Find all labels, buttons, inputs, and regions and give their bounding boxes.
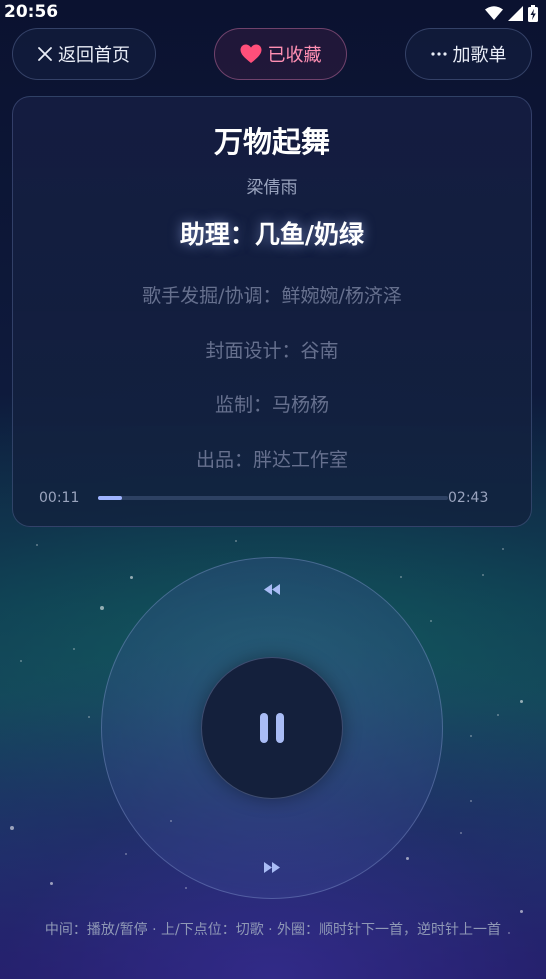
star-dot (400, 576, 402, 578)
star-dot (130, 576, 133, 579)
star-dot (125, 853, 127, 855)
favorite-button[interactable]: 已收藏 (214, 28, 347, 80)
star-dot (460, 832, 462, 834)
star-dot (100, 606, 104, 610)
fast-forward-icon (264, 861, 280, 873)
credit-line: 封面设计：谷南 (205, 340, 339, 362)
star-dot (36, 544, 38, 546)
close-icon (38, 47, 52, 61)
control-hint: 中间：播放/暂停 · 上/下点位：切歌 · 外圈：顺时针下一首，逆时针上一首 (44, 922, 502, 938)
current-lyric-line: 助理：几鱼/奶绿 (179, 220, 365, 249)
credit-line: 歌手发掘/协调：鲜婉婉/杨济泽 (142, 285, 402, 307)
star-dot (73, 648, 75, 650)
wifi-icon (485, 6, 503, 20)
star-dot (508, 932, 510, 934)
star-dot (10, 826, 14, 830)
back-home-button[interactable]: 返回首页 (12, 28, 156, 80)
star-dot (520, 910, 523, 913)
star-dot (430, 620, 432, 622)
cell-signal-icon (508, 5, 523, 21)
more-dots-icon (430, 52, 447, 56)
credit-line: 出品：胖达工作室 (195, 449, 348, 471)
star-dot (50, 882, 53, 885)
star-dot (235, 540, 237, 542)
star-dot (20, 660, 22, 662)
favorite-label: 已收藏 (267, 45, 322, 66)
credit-line: 监制：马杨杨 (214, 394, 329, 416)
star-dot (406, 857, 409, 860)
star-dot (470, 800, 472, 802)
status-icons (485, 4, 538, 22)
star-dot (497, 714, 499, 716)
play-pause-button[interactable] (201, 657, 343, 799)
artist-name: 梁倩雨 (246, 178, 298, 198)
star-dot (185, 887, 187, 889)
star-dot (482, 574, 484, 576)
status-bar: 20:56 (0, 0, 546, 26)
star-dot (502, 548, 504, 550)
status-time: 20:56 (4, 2, 59, 22)
song-title: 万物起舞 (213, 125, 330, 159)
battery-icon (528, 4, 538, 22)
add-to-playlist-button[interactable]: 加歌单 (405, 28, 532, 80)
star-dot (88, 716, 90, 718)
previous-track-button[interactable] (261, 581, 283, 597)
star-dot (470, 735, 472, 737)
progress-bar[interactable] (98, 496, 448, 500)
song-info-card: 万物起舞 梁倩雨 助理：几鱼/奶绿 歌手发掘/协调：鲜婉婉/杨济泽 封面设计：谷… (12, 96, 532, 527)
total-time: 02:43 (448, 490, 489, 506)
add-to-playlist-label: 加歌单 (452, 45, 507, 66)
pause-icon (260, 713, 284, 743)
progress-fill (98, 496, 122, 500)
star-dot (520, 700, 523, 703)
next-track-button[interactable] (261, 859, 283, 875)
back-home-label: 返回首页 (58, 45, 130, 66)
rewind-icon (264, 583, 280, 595)
heart-icon (240, 44, 261, 63)
current-time: 00:11 (39, 490, 80, 506)
star-dot (170, 820, 172, 822)
